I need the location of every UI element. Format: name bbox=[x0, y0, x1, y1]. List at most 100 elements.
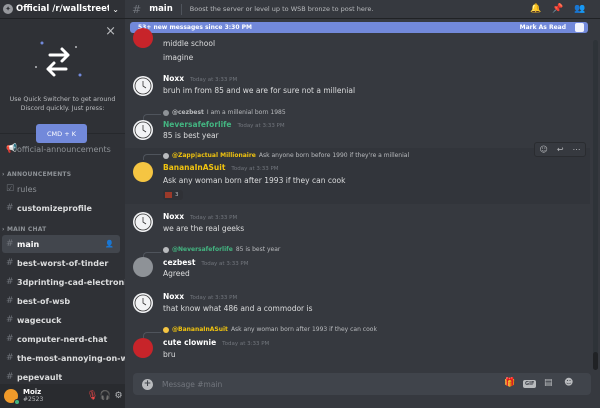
message-author[interactable]: Noxx Today at 3:33 PM bbox=[163, 292, 237, 301]
channel-item-customizeprofile[interactable]: # customizeprofile bbox=[2, 199, 125, 217]
message-author[interactable]: cute clownie Today at 3:33 PM bbox=[163, 338, 269, 347]
message-timestamp: Today at 3:33 PM bbox=[190, 295, 238, 301]
add-reaction-icon[interactable]: ☺ bbox=[539, 145, 547, 154]
channel-item-wagecuck[interactable]: # wagecuck bbox=[2, 311, 125, 329]
author-name[interactable]: cezbest bbox=[163, 258, 195, 267]
channel-label: official-announcements bbox=[17, 144, 111, 154]
message-timestamp: Today at 3:33 PM bbox=[190, 77, 238, 83]
reply-preview[interactable]: @BananaInASuit Ask any woman born after … bbox=[163, 326, 377, 333]
category-header[interactable]: › ANNOUNCEMENTS bbox=[0, 168, 125, 180]
channel-label: best-worst-of-tinder bbox=[17, 258, 109, 268]
clock-icon bbox=[134, 294, 152, 312]
reply-author: @cezbest bbox=[172, 109, 204, 116]
more-options-icon[interactable]: ⋯ bbox=[573, 145, 581, 154]
reply-preview[interactable]: @Zapp|actual Millionaire Ask anyone born… bbox=[163, 152, 409, 159]
avatar[interactable] bbox=[133, 212, 153, 232]
reply-text: I am a millenial born 1985 bbox=[206, 109, 286, 116]
avatar[interactable] bbox=[133, 162, 153, 182]
channel-label: pepevault bbox=[17, 372, 63, 382]
avatar[interactable] bbox=[133, 338, 153, 358]
user-info[interactable]: Moiz #2523 bbox=[23, 388, 86, 404]
channel-item-best-worst-of-tinder[interactable]: # best-worst-of-tinder bbox=[2, 254, 125, 272]
author-name[interactable]: Noxx bbox=[163, 74, 184, 83]
hash-icon: # bbox=[6, 296, 14, 306]
message-author[interactable]: cezbest Today at 3:33 PM bbox=[163, 258, 249, 267]
bell-icon[interactable]: 🔔 bbox=[530, 4, 541, 14]
category-header[interactable]: › MAIN CHAT bbox=[0, 223, 125, 235]
new-messages-text: 53+ new messages since 3:30 PM bbox=[138, 24, 252, 31]
message-text: that know what 486 and a commodor is bbox=[163, 304, 313, 313]
channel-item-computer-nerd-chat[interactable]: # computer-nerd-chat bbox=[2, 330, 125, 348]
server-header[interactable]: ✦ Official /r/wallstreetb... ⌄ bbox=[0, 0, 125, 19]
message-text: bruh im from 85 and we are for sure not … bbox=[163, 86, 356, 95]
mark-read-icon[interactable] bbox=[575, 23, 584, 32]
channel-topic[interactable]: Boost the server or level up to WSB bron… bbox=[190, 5, 374, 13]
message-input[interactable] bbox=[162, 379, 492, 389]
channel-item-official-announcements[interactable]: 📢 official-announcements bbox=[2, 140, 125, 158]
avatar[interactable] bbox=[4, 389, 20, 405]
chat-area: # main Boost the server or level up to W… bbox=[125, 0, 600, 408]
quick-switcher-text: Use Quick Switcher to get around Discord… bbox=[9, 96, 116, 112]
invite-user-icon[interactable]: 👤 bbox=[105, 240, 114, 248]
message-author[interactable]: BananaInASuit Today at 3:33 PM bbox=[163, 163, 279, 172]
avatar[interactable] bbox=[133, 120, 153, 140]
emoji-icon[interactable]: ☻ bbox=[564, 378, 573, 388]
channel-label: wagecuck bbox=[17, 315, 62, 325]
hash-icon: # bbox=[6, 334, 14, 344]
message-author[interactable]: Neversafeforlife Today at 3:33 PM bbox=[163, 120, 285, 129]
chevron-down-icon[interactable]: ⌄ bbox=[112, 5, 119, 14]
hovered-message-row[interactable]: ☺ ↩ ⋯ @Zapp|actual Millionaire Ask anyon… bbox=[125, 142, 590, 204]
message-text: 85 is best year bbox=[163, 131, 219, 140]
reaction-emoji-icon bbox=[165, 192, 172, 198]
gear-icon[interactable]: ⚙ bbox=[112, 391, 125, 401]
reply-preview[interactable]: @cezbest I am a millenial born 1985 bbox=[163, 109, 286, 116]
message-scrollbar[interactable] bbox=[593, 40, 598, 370]
mark-as-read-button[interactable]: Mark As Read bbox=[520, 24, 566, 31]
hash-icon: # bbox=[6, 277, 14, 287]
gif-icon[interactable]: GIF bbox=[523, 380, 537, 388]
avatar[interactable] bbox=[133, 293, 153, 313]
avatar[interactable] bbox=[133, 28, 153, 48]
reply-connector bbox=[143, 332, 161, 338]
channel-item-the-most-annoying-on-w[interactable]: # the-most-annoying-on-w... bbox=[2, 349, 125, 367]
channel-item-main[interactable]: # main 👤 bbox=[2, 235, 120, 253]
clock-icon bbox=[134, 121, 152, 139]
author-name[interactable]: Neversafeforlife bbox=[163, 120, 232, 129]
hash-icon: # bbox=[6, 258, 14, 268]
message-author[interactable]: Noxx Today at 3:33 PM bbox=[163, 74, 237, 83]
member-list-icon[interactable]: 👥 bbox=[574, 4, 585, 14]
message-author[interactable]: Noxx Today at 3:33 PM bbox=[163, 212, 237, 221]
avatar bbox=[163, 326, 169, 333]
reply-icon[interactable]: ↩ bbox=[557, 145, 564, 154]
message-text: bru bbox=[163, 350, 176, 359]
reaction-pill[interactable]: 3 bbox=[163, 190, 183, 200]
channel-item-3dprinting-cad-electronics[interactable]: #3dprinting-cad-electronics bbox=[2, 273, 125, 291]
upload-plus-icon[interactable]: + bbox=[142, 378, 153, 390]
channel-item-best-of-wsb[interactable]: # best-of-wsb bbox=[2, 292, 125, 310]
gift-icon[interactable]: 🎁 bbox=[504, 378, 515, 388]
message-text: Ask any woman born after 1993 if they ca… bbox=[163, 176, 346, 185]
mute-microphone-icon[interactable]: 🎙 bbox=[86, 391, 99, 401]
author-name[interactable]: Noxx bbox=[163, 292, 184, 301]
scrollbar-thumb[interactable] bbox=[593, 352, 598, 370]
headphones-icon[interactable]: 🎧 bbox=[99, 391, 112, 401]
author-name[interactable]: Noxx bbox=[163, 212, 184, 221]
reply-author: @BananaInASuit bbox=[172, 326, 228, 333]
avatar[interactable] bbox=[133, 257, 153, 277]
message-text: imagine bbox=[163, 53, 194, 62]
channel-label: best-of-wsb bbox=[17, 296, 71, 306]
close-icon[interactable]: × bbox=[105, 25, 116, 38]
reply-preview[interactable]: @Neversafeforlife 85 is best year bbox=[163, 246, 280, 253]
sticker-icon[interactable]: ▤ bbox=[544, 378, 553, 388]
pin-icon[interactable]: 📌 bbox=[552, 4, 563, 14]
reply-author: @Zapp|actual Millionaire bbox=[172, 152, 256, 159]
author-name[interactable]: BananaInASuit bbox=[163, 163, 225, 172]
username: Moiz bbox=[23, 388, 42, 396]
avatar[interactable] bbox=[133, 76, 153, 96]
hash-icon: # bbox=[132, 2, 142, 16]
author-name[interactable]: cute clownie bbox=[163, 338, 216, 347]
channel-label: 3dprinting-cad-electronics bbox=[17, 277, 125, 287]
channel-item-rules[interactable]: ☑ rules bbox=[2, 180, 125, 198]
new-messages-bar[interactable]: 53+ new messages since 3:30 PM Mark As R… bbox=[130, 22, 588, 33]
hash-icon: # bbox=[6, 239, 14, 249]
